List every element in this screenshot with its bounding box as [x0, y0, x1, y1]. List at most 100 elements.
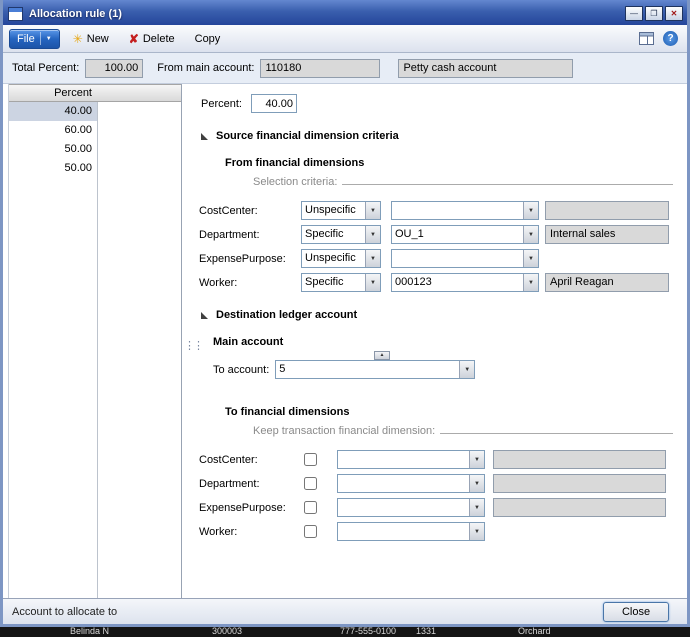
- delete-button-label: Delete: [143, 33, 175, 45]
- department-label: Department:: [199, 478, 301, 490]
- copy-button[interactable]: Copy: [188, 30, 228, 48]
- grid-cell-percent: 40.00: [9, 102, 97, 121]
- costcenter-value: [392, 202, 523, 219]
- worker-value: 000123: [392, 274, 523, 291]
- background-text-fragment: Belinda N: [70, 627, 109, 636]
- expensepurpose-value-combo[interactable]: ▼: [391, 249, 539, 268]
- source-row-expensepurpose: ExpensePurpose: Unspecific ▼ ▼: [199, 249, 675, 268]
- costcenter-dest-combo[interactable]: ▼: [337, 450, 485, 469]
- section-destination-header[interactable]: Destination ledger account: [201, 309, 675, 321]
- worker-value-combo[interactable]: 000123 ▼: [391, 273, 539, 292]
- department-keep-checkbox[interactable]: [304, 477, 317, 490]
- expensepurpose-keep-checkbox[interactable]: [304, 501, 317, 514]
- section-source-header[interactable]: Source financial dimension criteria: [201, 130, 675, 142]
- grid-row-2[interactable]: 60.00: [9, 121, 181, 140]
- costcenter-dest-display-field: [493, 450, 666, 469]
- percent-input[interactable]: [251, 94, 297, 113]
- expensepurpose-label: ExpensePurpose:: [199, 502, 301, 514]
- dest-row-department: Department: ▼: [199, 474, 675, 493]
- to-account-value: 5: [276, 361, 459, 378]
- chevron-down-icon[interactable]: ▼: [365, 250, 380, 267]
- dest-row-costcenter: CostCenter: ▼: [199, 450, 675, 469]
- chevron-down-icon[interactable]: ▼: [523, 226, 538, 243]
- grid-row-4[interactable]: 50.00: [9, 159, 181, 178]
- total-percent-field: 100.00: [85, 59, 143, 78]
- department-mode-select[interactable]: Specific ▼: [301, 225, 381, 244]
- status-text: Account to allocate to: [12, 606, 117, 618]
- dest-row-worker: Worker: ▼: [199, 522, 675, 541]
- costcenter-label: CostCenter:: [199, 454, 301, 466]
- spin-up-button[interactable]: ▲: [374, 351, 390, 360]
- chevron-down-icon: ▼: [46, 36, 52, 42]
- chevron-down-icon[interactable]: ▼: [469, 523, 484, 540]
- title-bar: Allocation rule (1) — ❐ ✕: [3, 0, 687, 25]
- file-menu-label: File: [17, 33, 35, 45]
- maximize-button[interactable]: ❐: [645, 6, 663, 21]
- grid-header[interactable]: Percent: [9, 84, 181, 102]
- from-financial-dimensions-heading: From financial dimensions: [225, 157, 675, 169]
- worker-display-field: April Reagan: [545, 273, 669, 292]
- source-dimension-rows: CostCenter: Unspecific ▼ ▼ Department:: [199, 201, 675, 292]
- screen: Allocation rule (1) — ❐ ✕ File ▼ ✳ New ✘…: [0, 0, 690, 637]
- chevron-down-icon[interactable]: ▼: [469, 451, 484, 468]
- expensepurpose-label: ExpensePurpose:: [199, 253, 301, 265]
- close-icon: ✕: [671, 10, 678, 18]
- close-button[interactable]: Close: [603, 602, 669, 622]
- caption-buttons: — ❐ ✕: [625, 6, 683, 21]
- background-text-fragment: 1331: [416, 627, 436, 636]
- costcenter-dest-value: [338, 451, 469, 468]
- grid-column-percent[interactable]: Percent: [9, 87, 97, 99]
- delete-x-icon: ✘: [129, 33, 139, 45]
- worker-dest-value: [338, 523, 469, 540]
- layout-icon[interactable]: [639, 32, 654, 45]
- minimize-button[interactable]: —: [625, 6, 643, 21]
- allocation-rule-window: Allocation rule (1) — ❐ ✕ File ▼ ✳ New ✘…: [0, 0, 690, 627]
- close-window-button[interactable]: ✕: [665, 6, 683, 21]
- file-menu-button[interactable]: File ▼: [9, 29, 60, 49]
- costcenter-value-combo[interactable]: ▼: [391, 201, 539, 220]
- grid-column-divider: [97, 102, 98, 598]
- chevron-down-icon[interactable]: ▼: [523, 250, 538, 267]
- grid-row-3[interactable]: 50.00: [9, 140, 181, 159]
- status-bar: Account to allocate to Close: [3, 598, 687, 624]
- expensepurpose-dest-display-field: [493, 498, 666, 517]
- grid-row-1[interactable]: 40.00: [9, 102, 181, 121]
- department-display-field: Internal sales: [545, 225, 669, 244]
- selection-criteria-label: Selection criteria:: [253, 176, 337, 188]
- from-main-account-label: From main account:: [157, 62, 254, 74]
- costcenter-label: CostCenter:: [199, 205, 301, 217]
- grid-cell-percent: 60.00: [9, 121, 97, 140]
- dest-row-expensepurpose: ExpensePurpose: ▼: [199, 498, 675, 517]
- chevron-down-icon[interactable]: ▼: [365, 202, 380, 219]
- department-dest-value: [338, 475, 469, 492]
- source-row-costcenter: CostCenter: Unspecific ▼ ▼: [199, 201, 675, 220]
- expensepurpose-dest-combo[interactable]: ▼: [337, 498, 485, 517]
- chevron-down-icon[interactable]: ▼: [523, 274, 538, 291]
- worker-dest-combo[interactable]: ▼: [337, 522, 485, 541]
- chevron-down-icon[interactable]: ▼: [459, 361, 474, 378]
- destination-dimension-rows: CostCenter: ▼ Department: ▼: [199, 450, 675, 541]
- splitter[interactable]: ⋮⋮: [182, 84, 191, 598]
- detail-panel: Percent: Source financial dimension crit…: [191, 84, 687, 598]
- to-account-combo[interactable]: 5 ▼: [275, 360, 475, 379]
- department-value-combo[interactable]: OU_1 ▼: [391, 225, 539, 244]
- costcenter-mode-select[interactable]: Unspecific ▼: [301, 201, 381, 220]
- chevron-down-icon[interactable]: ▼: [523, 202, 538, 219]
- costcenter-display-field: [545, 201, 669, 220]
- worker-keep-checkbox[interactable]: [304, 525, 317, 538]
- chevron-down-icon[interactable]: ▼: [365, 226, 380, 243]
- chevron-down-icon[interactable]: ▼: [469, 475, 484, 492]
- section-destination-title: Destination ledger account: [216, 309, 357, 321]
- chevron-down-icon[interactable]: ▼: [365, 274, 380, 291]
- maximize-icon: ❐: [650, 10, 657, 18]
- help-icon[interactable]: ?: [663, 31, 678, 46]
- delete-button[interactable]: ✘ Delete: [122, 30, 182, 48]
- worker-mode-select[interactable]: Specific ▼: [301, 273, 381, 292]
- department-dest-combo[interactable]: ▼: [337, 474, 485, 493]
- expensepurpose-mode-select[interactable]: Unspecific ▼: [301, 249, 381, 268]
- chevron-down-icon[interactable]: ▼: [469, 499, 484, 516]
- costcenter-keep-checkbox[interactable]: [304, 453, 317, 466]
- new-button[interactable]: ✳ New: [66, 30, 116, 48]
- background-window-row: Belinda N 300003 777-555-0100 1331 Orcha…: [0, 627, 690, 637]
- collapse-icon: [201, 312, 208, 319]
